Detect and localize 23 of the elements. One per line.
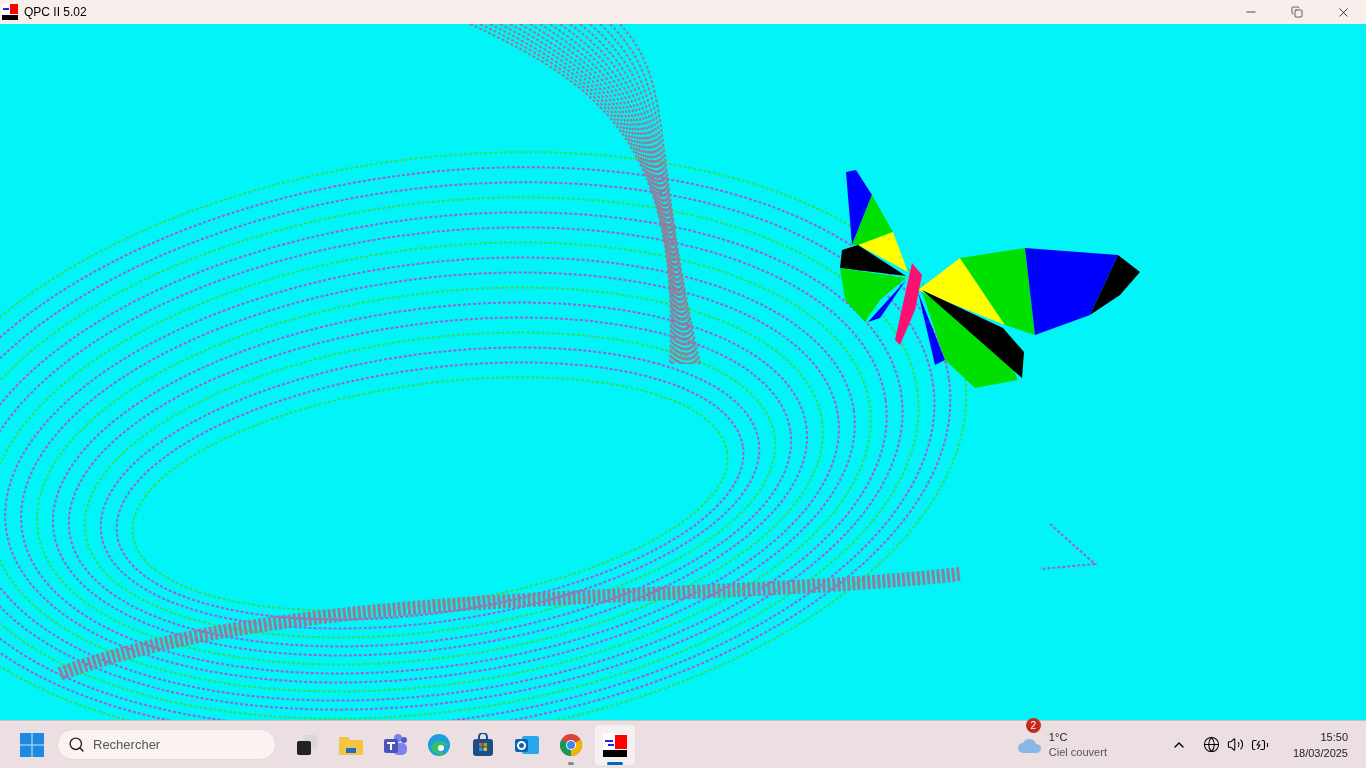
windows-start-icon[interactable] — [20, 732, 44, 757]
app-logo-icon — [2, 4, 18, 20]
running-indicator — [568, 761, 574, 765]
search-input[interactable]: Rechercher — [93, 734, 243, 755]
running-indicator — [607, 761, 623, 765]
task-view-icon — [295, 732, 319, 757]
weather-condition: Ciel couvert — [1048, 744, 1107, 760]
temperature: 1°C — [1048, 729, 1069, 745]
emulator-logo-icon — [603, 732, 627, 757]
search-icon — [68, 736, 85, 753]
restore-icon — [1291, 6, 1303, 18]
search-field[interactable]: Rechercher — [57, 729, 276, 760]
globe-icon[interactable] — [1202, 736, 1220, 753]
taskbar-app-button[interactable] — [595, 724, 635, 765]
volume-icon[interactable] — [1226, 736, 1244, 753]
clock[interactable]: 15:50 18/03/2025 — [1292, 728, 1348, 761]
clock-time: 15:50 — [1320, 729, 1348, 745]
shopping-bag-icon — [471, 732, 495, 757]
people-icon — [382, 732, 408, 757]
clock-date: 18/03/2025 — [1292, 745, 1348, 761]
wave-logo-icon — [427, 732, 451, 757]
window-title: QPC II 5.02 — [24, 4, 87, 21]
browser-icon — [559, 732, 583, 757]
